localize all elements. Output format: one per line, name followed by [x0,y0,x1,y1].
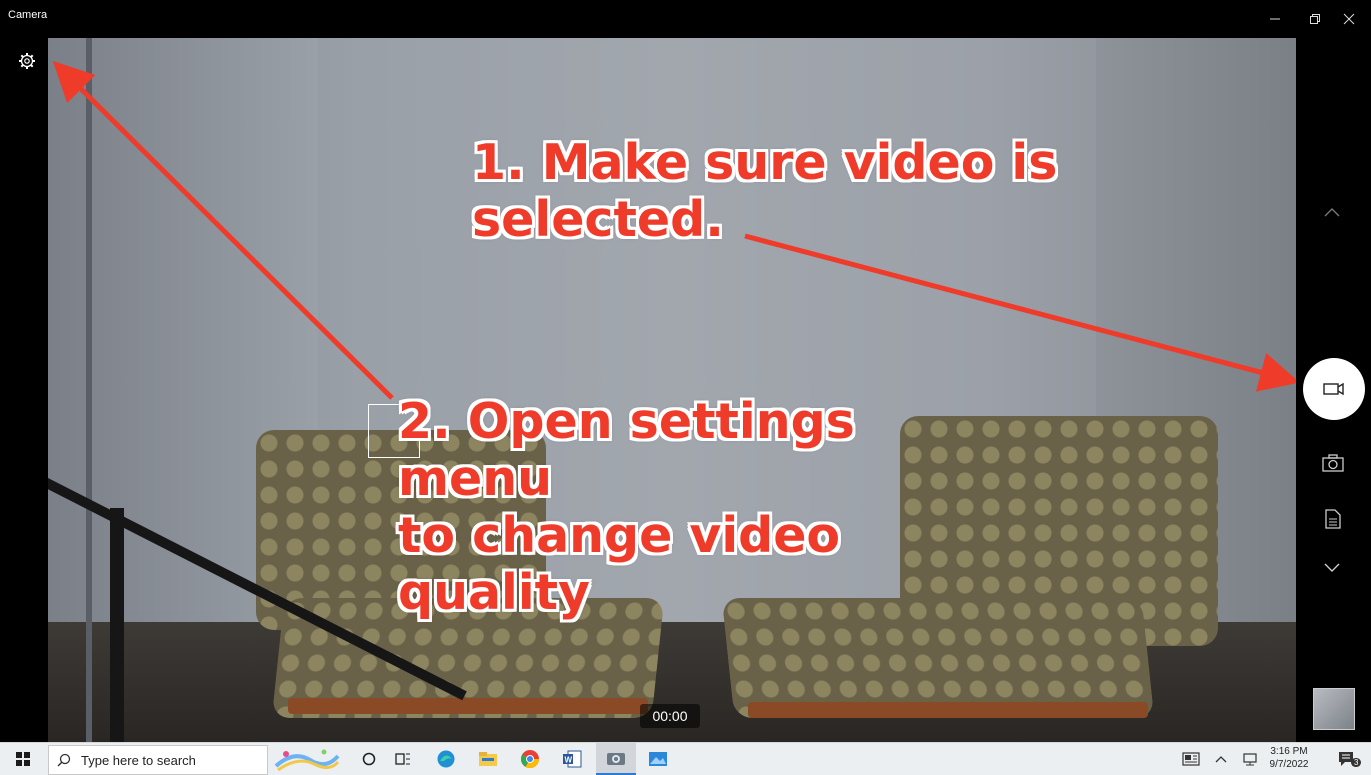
settings-button[interactable] [14,48,40,74]
taskbar-search[interactable]: Type here to search [48,745,268,775]
task-view-icon [395,753,410,765]
document-mode-button[interactable] [1318,504,1348,534]
scroll-up-button[interactable] [1318,198,1346,226]
notification-center-button[interactable]: 3 [1330,743,1364,775]
search-icon [57,753,71,767]
recording-timer: 00:00 [640,704,700,728]
left-chair-base [288,698,648,714]
clock-time: 3:16 PM [1270,746,1308,757]
mic-stand-pole [110,508,124,742]
chevron-up-icon [1215,756,1227,763]
word-icon: W [563,750,582,768]
taskbar-file-explorer[interactable] [470,743,506,775]
taskbar-chrome[interactable] [512,743,548,775]
annotation-step2-line3: to change video [398,507,841,564]
taskbar: Type here to search W 3:16 PM 9/7/2022 3 [0,742,1371,775]
network-button[interactable] [1238,743,1264,775]
minimize-button[interactable] [1258,6,1292,32]
clock-date: 9/7/2022 [1269,759,1309,770]
annotation-step1: 1. Make sure video is selected. [472,134,1057,248]
folder-icon [479,752,497,766]
chrome-icon [520,750,539,769]
show-hidden-icons-button[interactable] [1208,743,1234,775]
network-icon [1243,753,1257,766]
photo-mode-button[interactable] [1318,448,1348,478]
annotation-step2: 2. Open settings menu to change video qu… [398,393,855,621]
annotation-step2-line4: quality [398,564,590,621]
window-title: Camera [8,9,48,21]
news-icon [1182,752,1200,766]
notification-badge: 3 [1351,758,1362,767]
svg-text:W: W [565,756,573,765]
photo-camera-icon [1322,454,1344,472]
cortana-icon [362,752,376,766]
restore-button[interactable] [1298,6,1332,32]
restore-icon [1310,14,1320,24]
photos-icon [649,752,667,766]
taskbar-edge[interactable] [428,743,464,775]
minimize-icon [1270,18,1280,20]
windows-logo-icon [16,752,30,766]
search-placeholder: Type here to search [81,752,196,768]
start-button[interactable] [6,743,40,775]
document-icon [1325,509,1341,529]
video-mode-button[interactable] [1303,358,1365,420]
scroll-down-button[interactable] [1318,554,1346,582]
taskbar-photos[interactable] [640,743,676,775]
annotation-step2-line2: menu [398,450,553,507]
cortana-button[interactable] [352,743,386,775]
camera-app-icon [607,753,625,765]
annotation-step1-line2: selected. [472,191,724,248]
close-icon [1343,13,1355,25]
taskbar-camera[interactable] [596,743,636,775]
video-camera-icon [1323,382,1344,396]
taskbar-word[interactable]: W [554,743,590,775]
search-highlight[interactable] [272,743,342,775]
annotation-step1-line1: 1. Make sure video is [472,134,1058,191]
system-clock[interactable]: 3:16 PM 9/7/2022 [1264,745,1314,773]
news-widget-button[interactable] [1176,743,1206,775]
right-chair-base [748,702,1148,718]
chevron-down-icon [1324,563,1340,572]
task-view-button[interactable] [386,743,420,775]
gear-icon [19,53,35,69]
chevron-up-icon [1324,208,1340,217]
edge-icon [437,750,455,768]
search-highlight-icon [274,749,340,772]
last-capture-thumbnail[interactable] [1313,688,1355,730]
wall-pole [86,38,92,742]
title-bar: Camera [0,0,1371,38]
annotation-step2-line1: 2. Open settings [398,393,855,450]
close-button[interactable] [1332,6,1366,32]
